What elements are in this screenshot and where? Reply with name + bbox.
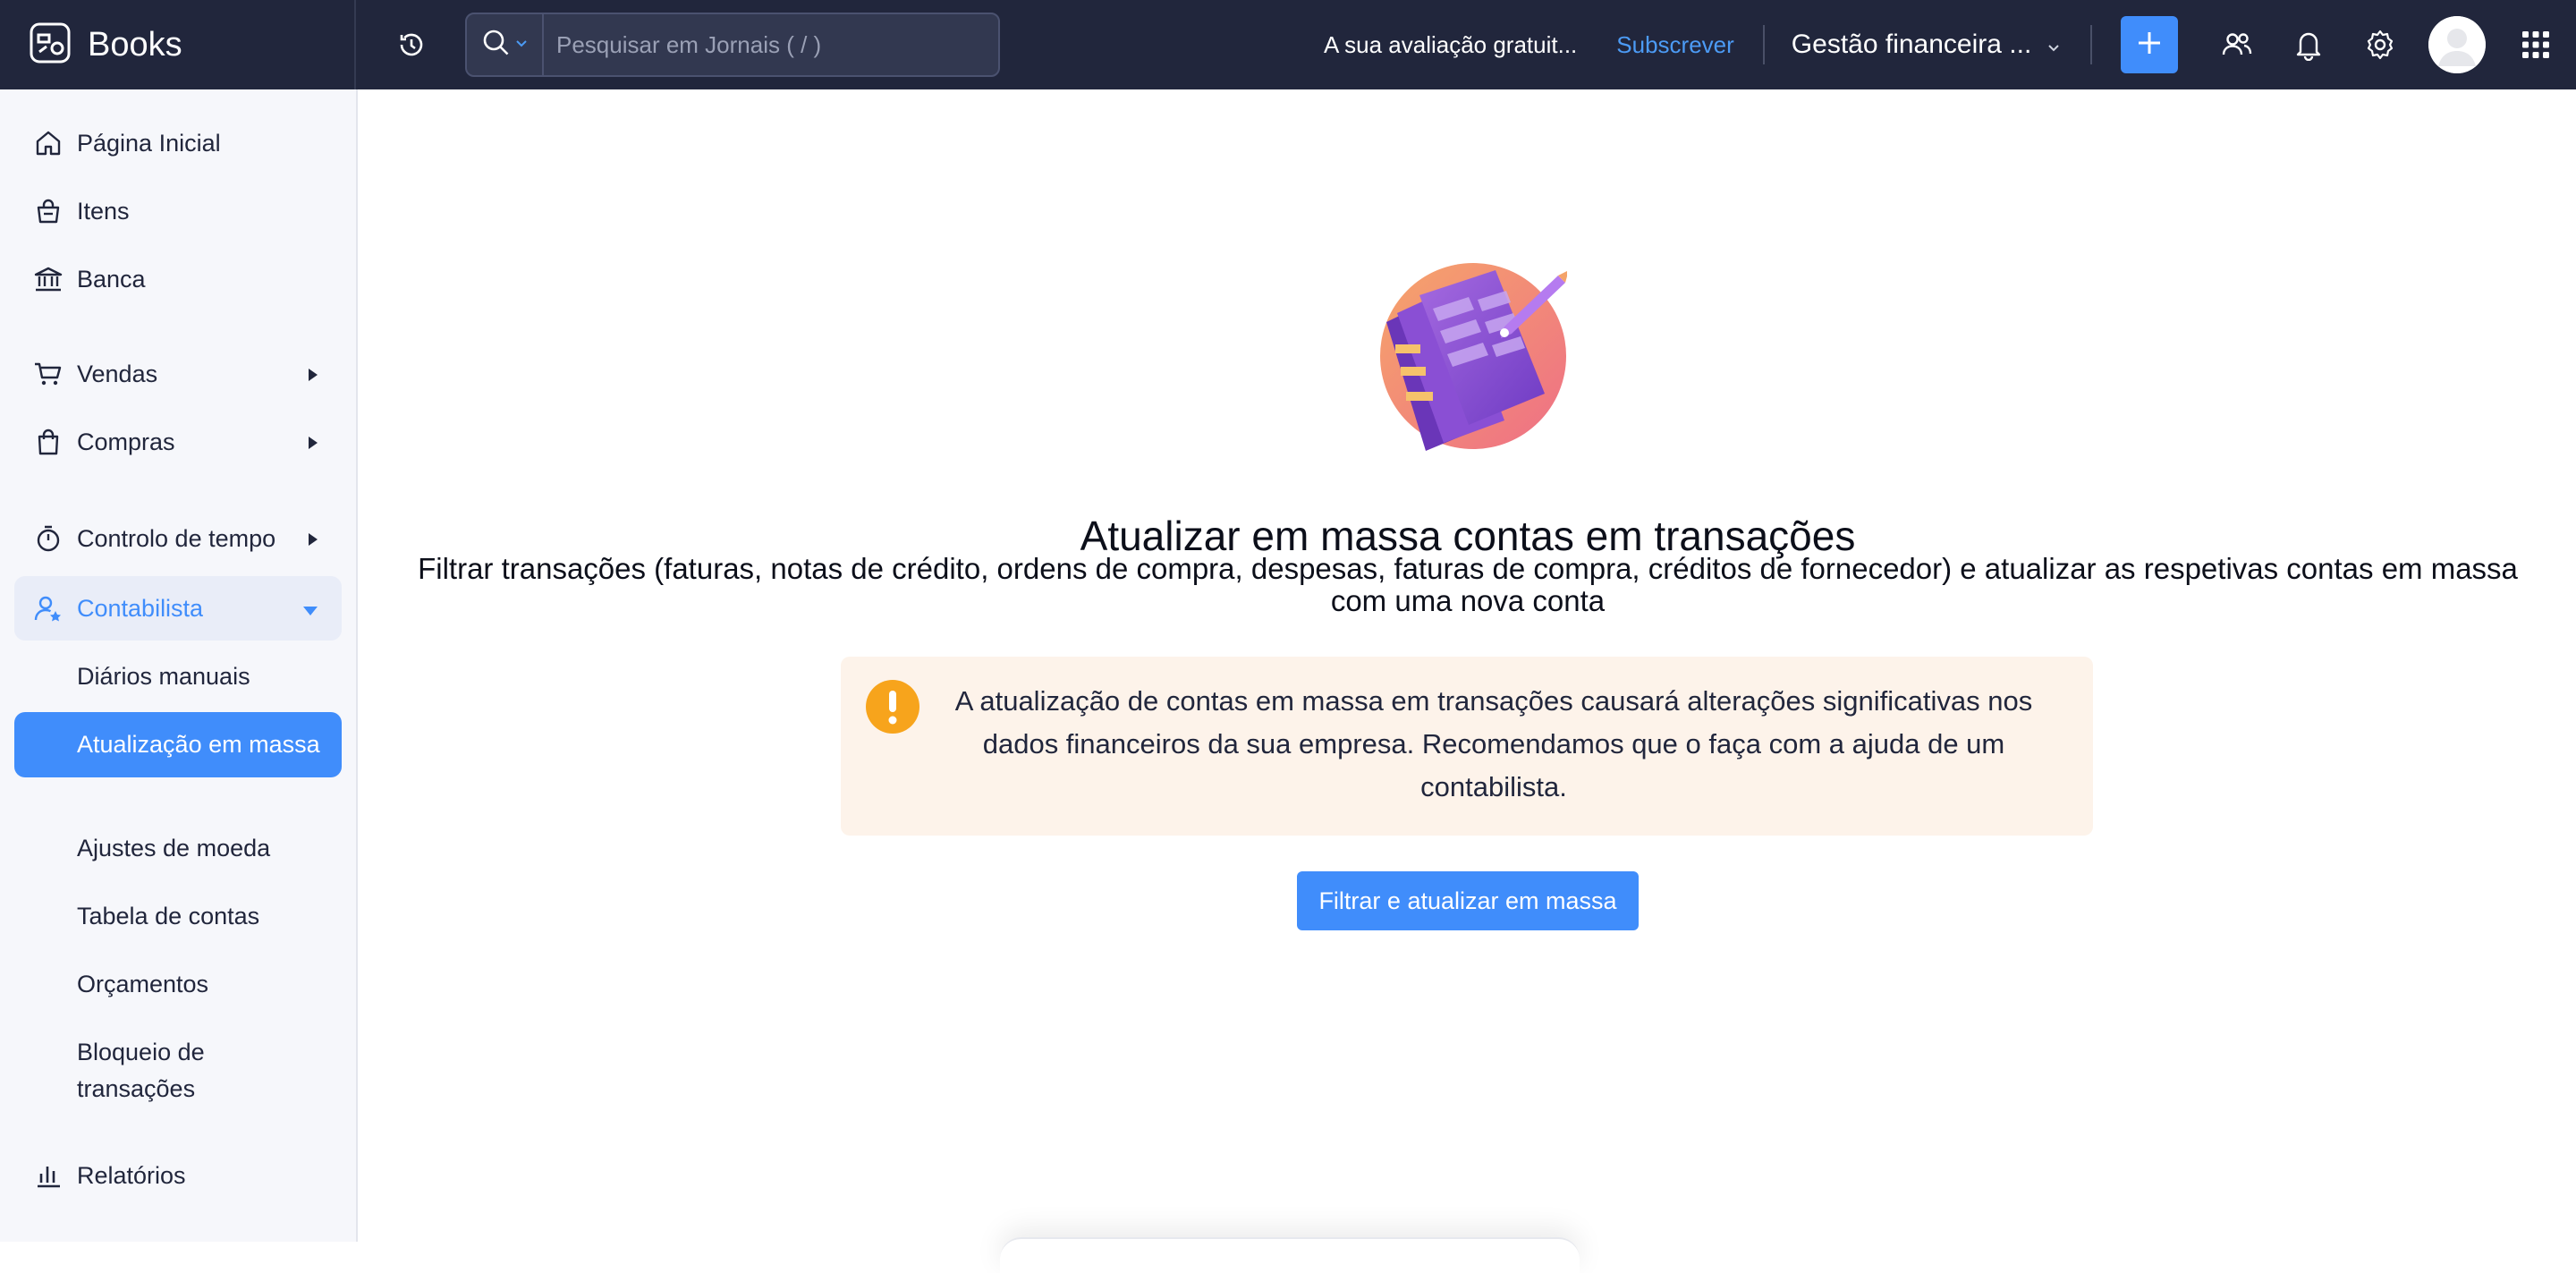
quick-create-button[interactable] [2121, 16, 2179, 73]
cart-icon [32, 358, 64, 390]
sidebar-item-label: Controlo de tempo [77, 524, 276, 552]
sidebar-item-banking[interactable]: Banca [14, 247, 342, 311]
search-input[interactable] [544, 14, 998, 75]
caret-right-icon [308, 429, 318, 456]
exclamation-icon [866, 680, 919, 734]
stopwatch-icon [32, 522, 64, 555]
sidebar-item-label: Banca [77, 265, 146, 293]
sidebar-item-purchases[interactable]: Compras [14, 410, 342, 474]
sidebar: Página Inicial Itens Banca Vendas Compra… [0, 89, 358, 1242]
sidebar-item-label: Itens [77, 197, 130, 225]
subscribe-link[interactable]: Subscrever [1616, 31, 1734, 59]
sidebar-subitem-budgets[interactable]: Orçamentos [14, 966, 342, 1003]
bar-chart-icon [32, 1159, 64, 1192]
brand[interactable]: Books [0, 0, 356, 89]
page-description: Filtrar transações (faturas, notas de cr… [418, 552, 2518, 617]
filter-and-bulk-update-button[interactable]: Filtrar e atualizar em massa [1297, 871, 1639, 930]
caret-right-icon [308, 361, 318, 388]
divider [2090, 25, 2093, 64]
accountant-icon [32, 592, 64, 624]
sidebar-item-items[interactable]: Itens [14, 179, 342, 243]
basket-icon [32, 195, 64, 227]
bank-icon [32, 263, 64, 295]
organization-name: Gestão financeira ... [1791, 30, 2032, 59]
caret-down-icon [302, 595, 318, 623]
search-scope-dropdown[interactable] [467, 14, 544, 75]
sidebar-subitem-chart-of-accounts[interactable]: Tabela de contas [14, 898, 342, 935]
main-content: Atualizar em massa contas em transações … [360, 89, 2576, 1273]
app-grid-icon[interactable] [2512, 21, 2559, 68]
sidebar-item-label: Contabilista [77, 594, 204, 622]
search-icon [481, 28, 512, 63]
organization-switcher[interactable]: Gestão financeira ... [1792, 30, 2060, 60]
user-avatar[interactable] [2428, 16, 2487, 73]
sidebar-item-label: Compras [77, 428, 175, 455]
sidebar-item-label: Página Inicial [77, 129, 221, 157]
notifications-bell-icon[interactable] [2285, 21, 2332, 68]
users-icon[interactable] [2214, 21, 2260, 68]
plus-icon [2135, 29, 2164, 62]
sidebar-item-label: Relatórios [77, 1161, 186, 1189]
sidebar-item-label: Vendas [77, 360, 158, 387]
bulk-update-illustration [1370, 259, 1569, 465]
chevron-down-icon [515, 37, 528, 53]
bottom-panel-edge [1000, 1237, 1580, 1273]
sidebar-item-home[interactable]: Página Inicial [14, 111, 342, 175]
shopping-bag-icon [32, 426, 64, 458]
sidebar-item-reports[interactable]: Relatórios [14, 1143, 342, 1208]
sidebar-subitem-manual-journals[interactable]: Diários manuais [14, 658, 342, 695]
search-bar [465, 13, 1000, 77]
sidebar-item-time-tracking[interactable]: Controlo de tempo [14, 506, 342, 571]
sidebar-subitem-bulk-update[interactable]: Atualização em massa [14, 712, 342, 777]
warning-text: A atualização de contas em massa em tran… [954, 685, 2033, 802]
books-logo-icon [29, 21, 72, 69]
chevron-down-icon [2047, 30, 2060, 60]
warning-banner: A atualização de contas em massa em tran… [841, 657, 2093, 836]
divider [1762, 25, 1765, 64]
sidebar-item-accountant[interactable]: Contabilista [14, 576, 342, 641]
sidebar-subitem-currency-adjustments[interactable]: Ajustes de moeda [14, 830, 342, 867]
sidebar-item-sales[interactable]: Vendas [14, 342, 342, 406]
home-icon [32, 127, 64, 159]
app-name: Books [88, 25, 182, 64]
trial-status-text: A sua avaliação gratuit... [1324, 30, 1578, 58]
settings-gear-icon[interactable] [2357, 21, 2403, 68]
sidebar-subitem-transaction-locking[interactable]: Bloqueio de transações [14, 1034, 238, 1108]
top-bar: Books A sua avaliação gratuit... Subscre… [0, 0, 2576, 89]
caret-right-icon [308, 525, 318, 553]
recent-history-icon[interactable] [388, 21, 435, 68]
